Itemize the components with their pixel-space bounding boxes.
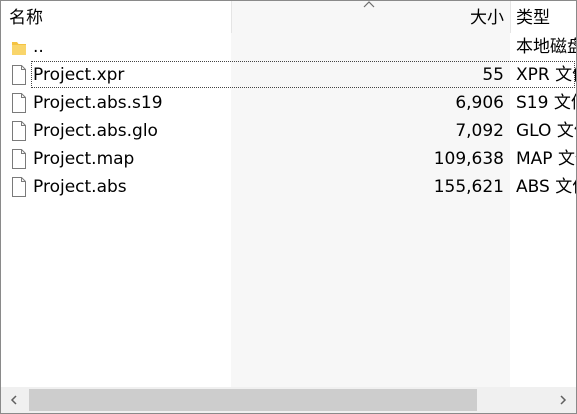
chevron-right-icon xyxy=(560,395,567,405)
file-type: GLO 文件 xyxy=(516,121,576,141)
file-size: 7,092 xyxy=(455,121,504,141)
column-divider[interactable] xyxy=(510,1,511,33)
list-item-parent-folder[interactable]: .. 本地磁盘 xyxy=(1,33,576,61)
file-type: ABS 文件 xyxy=(516,177,576,197)
file-icon xyxy=(12,177,26,197)
file-icon xyxy=(12,121,26,141)
file-name: .. xyxy=(33,37,44,57)
file-list-view[interactable]: 名称 大小 类型 .. 本地磁盘 Project.xpr 55 XP xyxy=(0,0,577,414)
column-header-size[interactable]: 大小 xyxy=(231,1,504,33)
file-icon xyxy=(12,93,26,113)
list-item-file[interactable]: Project.abs.s19 6,906 S19 文件 xyxy=(1,89,576,117)
file-icon xyxy=(12,149,26,169)
scroll-right-button[interactable] xyxy=(550,387,576,413)
file-size xyxy=(231,33,504,61)
file-name: Project.xpr xyxy=(33,65,125,85)
list-item-file[interactable]: Project.xpr 55 XPR 文件 xyxy=(1,61,576,89)
file-type: 本地磁盘 xyxy=(516,37,576,57)
file-name: Project.abs.glo xyxy=(33,121,158,141)
column-header: 名称 大小 类型 xyxy=(1,1,576,33)
folder-icon xyxy=(12,42,26,55)
horizontal-scrollbar[interactable] xyxy=(1,387,576,413)
column-header-name[interactable]: 名称 xyxy=(9,1,43,33)
file-size: 55 xyxy=(482,65,504,85)
file-size: 155,621 xyxy=(433,177,504,197)
list-item-file[interactable]: Project.map 109,638 MAP 文件 xyxy=(1,145,576,173)
file-size: 6,906 xyxy=(455,93,504,113)
chevron-left-icon xyxy=(10,395,17,405)
file-icon xyxy=(12,65,26,85)
list-item-file[interactable]: Project.abs.glo 7,092 GLO 文件 xyxy=(1,117,576,145)
list-item-file[interactable]: Project.abs 155,621 ABS 文件 xyxy=(1,173,576,201)
scroll-thumb[interactable] xyxy=(29,389,477,411)
file-name: Project.map xyxy=(33,149,135,169)
file-type: XPR 文件 xyxy=(516,65,576,85)
scroll-left-button[interactable] xyxy=(1,387,27,413)
file-size: 109,638 xyxy=(433,149,504,169)
file-type: S19 文件 xyxy=(516,93,576,113)
file-name: Project.abs xyxy=(33,177,127,197)
file-type: MAP 文件 xyxy=(516,149,576,169)
column-header-type[interactable]: 类型 xyxy=(516,1,550,33)
file-name: Project.abs.s19 xyxy=(33,93,163,113)
